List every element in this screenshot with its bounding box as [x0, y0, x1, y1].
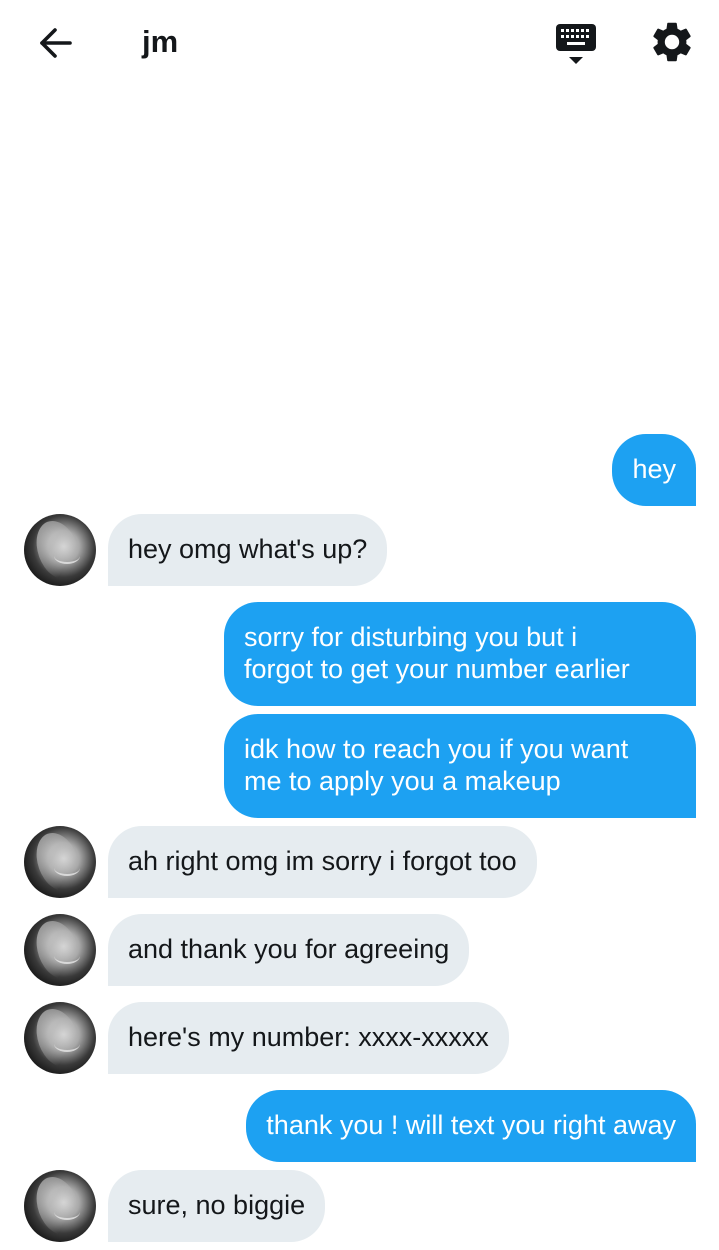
message-thread: hey hey omg what's up? sorry for disturb…	[0, 0, 719, 1250]
outgoing-message-bubble[interactable]: thank you ! will text you right away	[246, 1090, 696, 1162]
settings-button[interactable]	[648, 18, 696, 66]
incoming-message-bubble[interactable]: and thank you for agreeing	[108, 914, 470, 986]
outgoing-message-bubble[interactable]: sorry for disturbing you but i forgot to…	[224, 602, 696, 706]
back-button[interactable]	[30, 18, 80, 68]
incoming-message-bubble[interactable]: hey omg what's up?	[108, 514, 388, 586]
conversation-title: jm	[142, 24, 179, 59]
incoming-message-bubble[interactable]: sure, no biggie	[108, 1170, 326, 1242]
incoming-message-bubble[interactable]: here's my number: xxxx-xxxxx	[108, 1002, 509, 1074]
outgoing-message-bubble[interactable]: idk how to reach you if you want me to a…	[224, 714, 696, 818]
avatar[interactable]	[24, 1002, 96, 1074]
conversation-header: jm	[0, 0, 719, 88]
keyboard-icon	[556, 24, 596, 64]
avatar[interactable]	[24, 1170, 96, 1242]
avatar[interactable]	[24, 826, 96, 898]
incoming-message-bubble[interactable]: ah right omg im sorry i forgot too	[108, 826, 537, 898]
outgoing-message-bubble[interactable]: hey	[612, 434, 696, 506]
arrow-left-icon	[40, 28, 72, 58]
avatar[interactable]	[24, 914, 96, 986]
gear-icon	[653, 22, 691, 62]
keyboard-toggle-button[interactable]	[550, 20, 602, 68]
avatar[interactable]	[24, 514, 96, 586]
